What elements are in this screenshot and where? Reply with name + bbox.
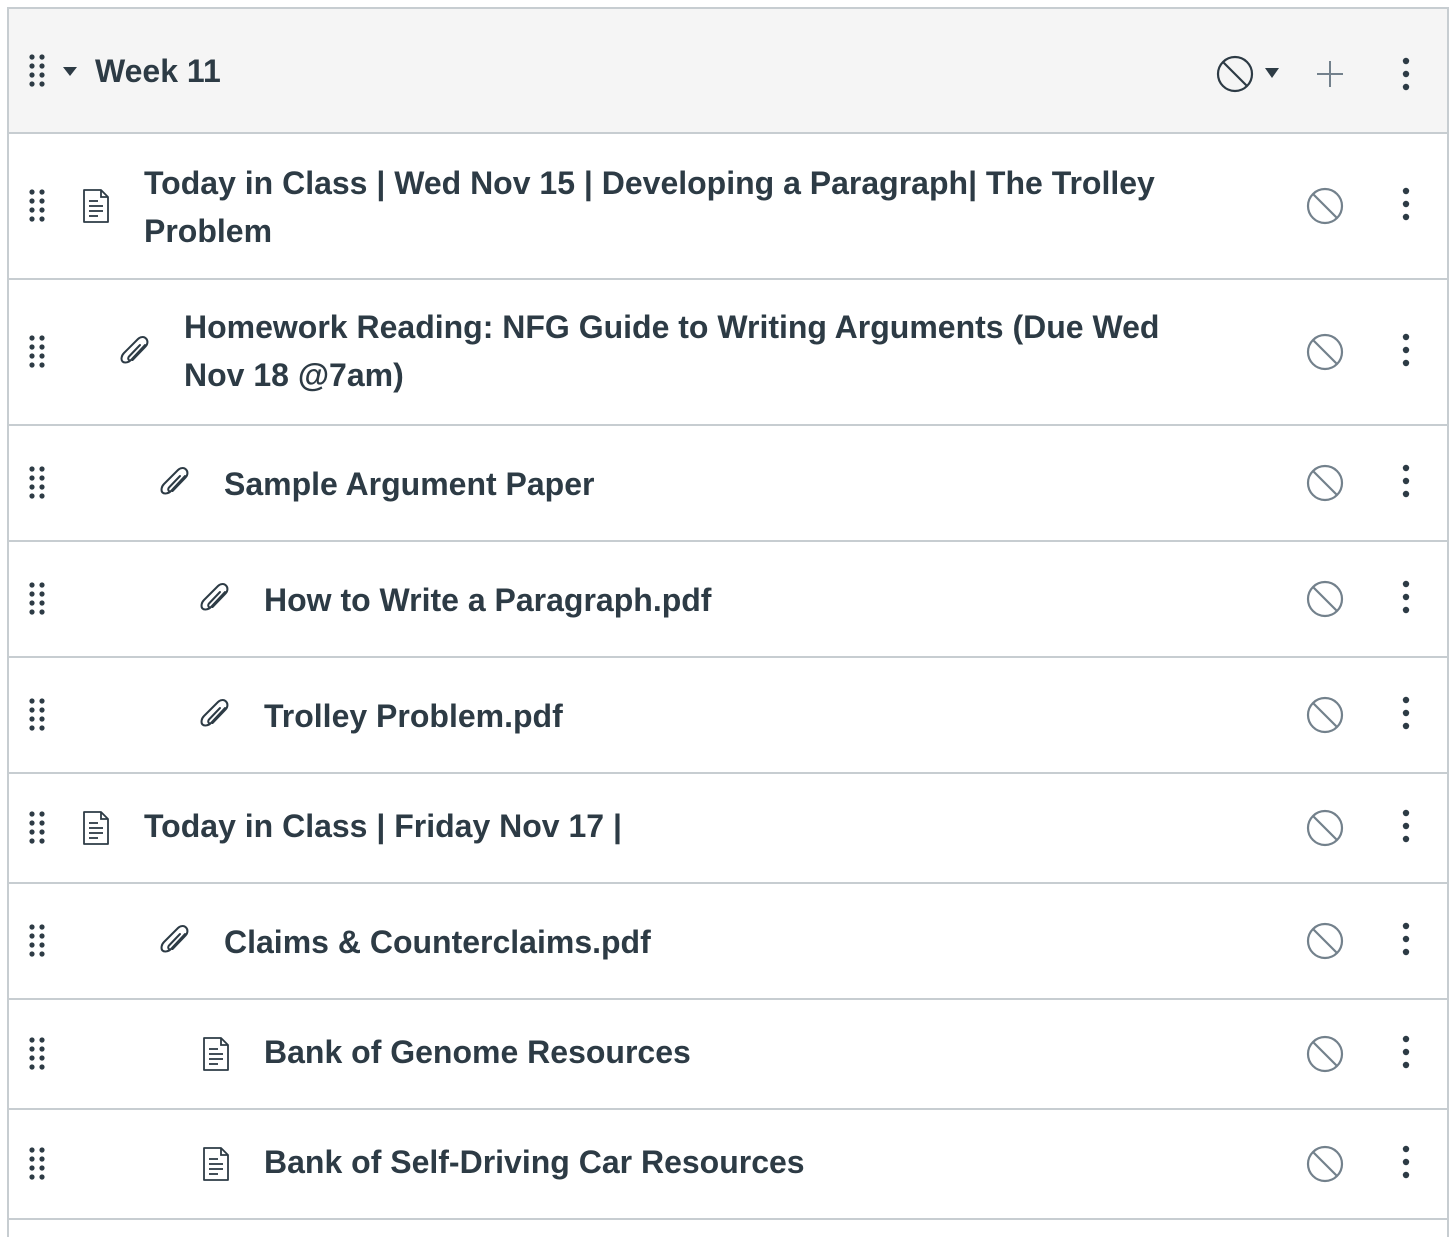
item-title-link[interactable]: Sample Argument Paper: [224, 460, 1169, 508]
module-item[interactable]: How to Write a Paragraph.pdf: [9, 542, 1447, 658]
add-item-button[interactable]: [1313, 57, 1347, 91]
drag-handle-icon[interactable]: [27, 923, 47, 959]
attachment-icon: [199, 696, 233, 734]
item-options-kebab-icon[interactable]: [1399, 332, 1413, 368]
unpublished-icon[interactable]: [1305, 186, 1345, 226]
attachment-icon: [159, 922, 193, 960]
module-item[interactable]: Bank of Genome Resources: [9, 1000, 1447, 1110]
item-title-link[interactable]: Today in Class | Friday Nov 17 |: [144, 802, 1169, 850]
unpublished-icon[interactable]: [1305, 463, 1345, 503]
item-options-kebab-icon[interactable]: [1399, 463, 1413, 499]
module-options-kebab-icon[interactable]: [1399, 56, 1413, 92]
module-item[interactable]: Trolley Problem.pdf: [9, 658, 1447, 774]
drag-handle-icon[interactable]: [27, 465, 47, 501]
drag-handle-icon[interactable]: [27, 1146, 47, 1182]
module-item[interactable]: Homework Reading: NFG Guide to Writing A…: [9, 280, 1447, 426]
item-title-link[interactable]: Bank of Self-Driving Car Resources: [264, 1138, 1169, 1186]
drag-handle-icon[interactable]: [27, 188, 47, 224]
item-title-link[interactable]: Homework Reading: NFG Guide to Writing A…: [184, 303, 1169, 399]
unpublished-icon[interactable]: [1305, 1144, 1345, 1184]
module-item[interactable]: Bank of Self-Driving Car Resources: [9, 1110, 1447, 1220]
page-icon: [199, 1035, 233, 1073]
page-icon: [79, 809, 113, 847]
unpublished-icon[interactable]: [1305, 921, 1345, 961]
unpublished-icon[interactable]: [1215, 54, 1255, 94]
collapse-caret-icon[interactable]: [63, 67, 77, 76]
item-options-kebab-icon[interactable]: [1399, 186, 1413, 222]
drag-handle-icon[interactable]: [27, 697, 47, 733]
drag-handle-icon[interactable]: [27, 810, 47, 846]
item-options-kebab-icon[interactable]: [1399, 1034, 1413, 1070]
publish-menu-caret-icon[interactable]: [1265, 68, 1279, 78]
page-icon: [199, 1145, 233, 1183]
unpublished-icon[interactable]: [1305, 808, 1345, 848]
unpublished-icon[interactable]: [1305, 1034, 1345, 1074]
item-title-link[interactable]: Bank of Genome Resources: [264, 1028, 1169, 1076]
attachment-icon: [159, 464, 193, 502]
item-options-kebab-icon[interactable]: [1399, 695, 1413, 731]
attachment-icon: [199, 580, 233, 618]
item-options-kebab-icon[interactable]: [1399, 921, 1413, 957]
unpublished-icon[interactable]: [1305, 579, 1345, 619]
drag-handle-icon[interactable]: [27, 334, 47, 370]
item-title-link[interactable]: How to Write a Paragraph.pdf: [264, 576, 1169, 624]
item-title-link[interactable]: Today in Class | Wed Nov 15 | Developing…: [144, 159, 1169, 255]
item-title-link[interactable]: Claims & Counterclaims.pdf: [224, 918, 1169, 966]
item-options-kebab-icon[interactable]: [1399, 808, 1413, 844]
module-item[interactable]: Today in Class | Friday Nov 17 |: [9, 774, 1447, 884]
item-title-link[interactable]: Trolley Problem.pdf: [264, 692, 1169, 740]
module-week-11: Week 11 Today in Class | Wed Nov 15 | De…: [7, 7, 1449, 1237]
attachment-icon: [119, 333, 153, 371]
drag-handle-icon[interactable]: [27, 1036, 47, 1072]
module-item[interactable]: Claims & Counterclaims.pdf: [9, 884, 1447, 1000]
module-item[interactable]: Today in Class | Wed Nov 15 | Developing…: [9, 134, 1447, 280]
item-options-kebab-icon[interactable]: [1399, 1144, 1413, 1180]
module-header[interactable]: Week 11: [9, 9, 1447, 134]
drag-handle-icon[interactable]: [27, 581, 47, 617]
page-icon: [79, 187, 113, 225]
module-items-list: Today in Class | Wed Nov 15 | Developing…: [9, 134, 1447, 1220]
item-options-kebab-icon[interactable]: [1399, 579, 1413, 615]
module-item[interactable]: Sample Argument Paper: [9, 426, 1447, 542]
unpublished-icon[interactable]: [1305, 695, 1345, 735]
drag-handle-icon[interactable]: [27, 53, 47, 89]
module-title: Week 11: [95, 53, 221, 89]
unpublished-icon[interactable]: [1305, 332, 1345, 372]
